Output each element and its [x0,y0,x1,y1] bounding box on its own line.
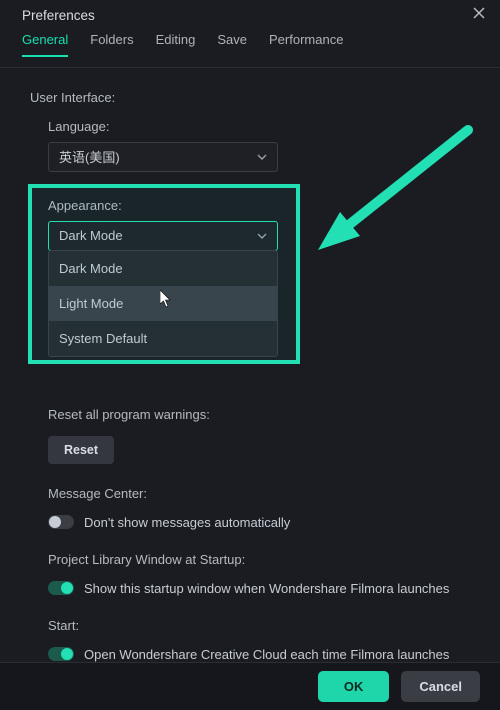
message-center-toggle-label: Don't show messages automatically [84,515,290,530]
panel-general: User Interface: Language: 英语(美国) Appeara… [0,68,500,662]
start-toggle[interactable] [48,647,74,661]
appearance-value: Dark Mode [59,228,123,243]
lower-settings: Reset all program warnings: Reset Messag… [30,407,478,662]
project-library-label: Project Library Window at Startup: [48,552,478,567]
message-center-toggle[interactable] [48,515,74,529]
message-center-label: Message Center: [48,486,478,501]
tab-folders[interactable]: Folders [90,32,133,57]
chevron-down-icon [257,230,267,242]
appearance-label: Appearance: [48,198,478,213]
dialog-footer: OK Cancel [0,662,500,710]
appearance-dropdown: Dark Mode Light Mode System Default [48,250,278,357]
language-label: Language: [48,119,478,134]
cancel-button[interactable]: Cancel [401,671,480,702]
language-value: 英语(美国) [59,147,120,166]
project-library-toggle-label: Show this startup window when Wondershar… [84,581,449,596]
chevron-down-icon [257,151,267,163]
appearance-option-light[interactable]: Light Mode [49,286,277,321]
appearance-group: Appearance: Dark Mode Dark Mode Light Mo… [30,188,478,257]
appearance-option-dark[interactable]: Dark Mode [49,251,277,286]
window-title: Preferences [22,8,95,23]
tab-performance[interactable]: Performance [269,32,343,57]
appearance-select[interactable]: Dark Mode [48,221,278,251]
project-library-toggle[interactable] [48,581,74,595]
language-select[interactable]: 英语(美国) [48,142,278,172]
tab-bar: General Folders Editing Save Performance [0,32,500,68]
tab-general[interactable]: General [22,32,68,57]
preferences-window: Preferences General Folders Editing Save… [0,0,500,710]
reset-button[interactable]: Reset [48,436,114,464]
titlebar: Preferences [0,0,500,32]
tab-editing[interactable]: Editing [156,32,196,57]
start-toggle-label: Open Wondershare Creative Cloud each tim… [84,647,449,662]
tab-save[interactable]: Save [217,32,247,57]
user-interface-label: User Interface: [30,90,478,105]
start-label: Start: [48,618,478,633]
ok-button[interactable]: OK [318,671,390,702]
reset-label: Reset all program warnings: [48,407,478,422]
close-icon[interactable] [472,6,486,25]
appearance-option-system[interactable]: System Default [49,321,277,356]
